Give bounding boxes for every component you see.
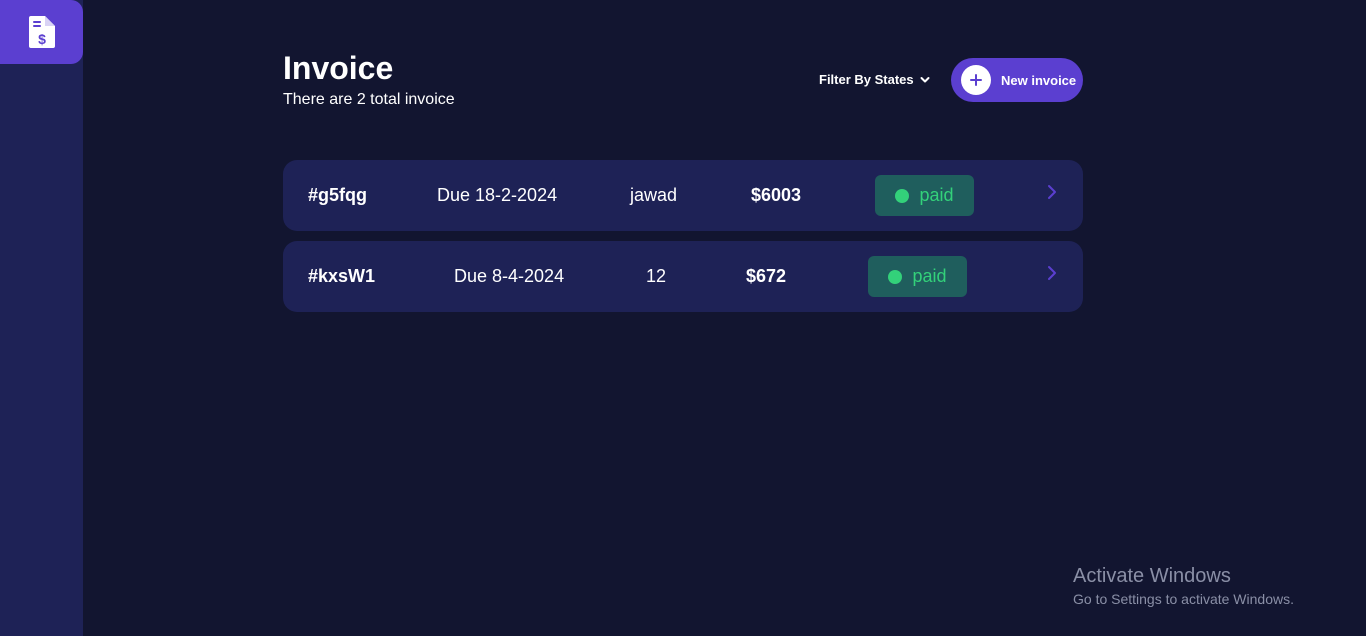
filter-dropdown[interactable]: Filter By States	[819, 72, 930, 87]
status-badge: paid	[868, 256, 967, 297]
filter-label: Filter By States	[819, 72, 914, 87]
status-dot-icon	[895, 188, 910, 203]
sidebar: $	[0, 0, 83, 636]
plus-icon	[961, 65, 991, 95]
status-label: paid	[912, 266, 947, 286]
chevron-right-icon[interactable]	[1046, 183, 1058, 206]
windows-activation-watermark: Activate Windows Go to Settings to activ…	[1073, 565, 1294, 609]
new-invoice-label: New invoice	[1001, 72, 1077, 88]
app-root: $ Invoice There are 2 total invoice Filt…	[0, 0, 1366, 636]
status-dot-icon	[888, 269, 903, 284]
invoice-due-date: Due 8-4-2024	[454, 266, 565, 286]
watermark-subtitle: Go to Settings to activate Windows.	[1073, 591, 1294, 607]
status-badge: paid	[875, 175, 974, 216]
invoice-client: jawad	[630, 185, 678, 205]
invoice-due-date: Due 18-2-2024	[437, 185, 558, 205]
invoice-id: #g5fqg	[308, 185, 368, 205]
status-label: paid	[919, 185, 954, 205]
page-title: Invoice	[283, 50, 394, 86]
invoice-id: #kxsW1	[308, 266, 376, 286]
chevron-right-icon[interactable]	[1046, 264, 1058, 287]
page-header: Invoice There are 2 total invoice	[283, 50, 455, 110]
invoice-client: 12	[646, 266, 667, 286]
invoice-dollar-icon: $	[28, 16, 55, 48]
new-invoice-button[interactable]: New invoice	[951, 58, 1083, 102]
invoice-row[interactable]: #kxsW1 Due 8-4-2024 12 $672 paid	[283, 241, 1083, 312]
chevron-down-icon	[920, 72, 930, 87]
invoice-count-text: There are 2 total invoice	[283, 91, 455, 108]
svg-text:$: $	[38, 31, 46, 47]
invoice-row[interactable]: #g5fqg Due 18-2-2024 jawad $6003 paid	[283, 160, 1083, 231]
invoice-amount: $6003	[751, 185, 802, 205]
app-logo[interactable]: $	[0, 0, 83, 64]
invoice-amount: $672	[746, 266, 787, 286]
watermark-title: Activate Windows	[1073, 565, 1231, 587]
